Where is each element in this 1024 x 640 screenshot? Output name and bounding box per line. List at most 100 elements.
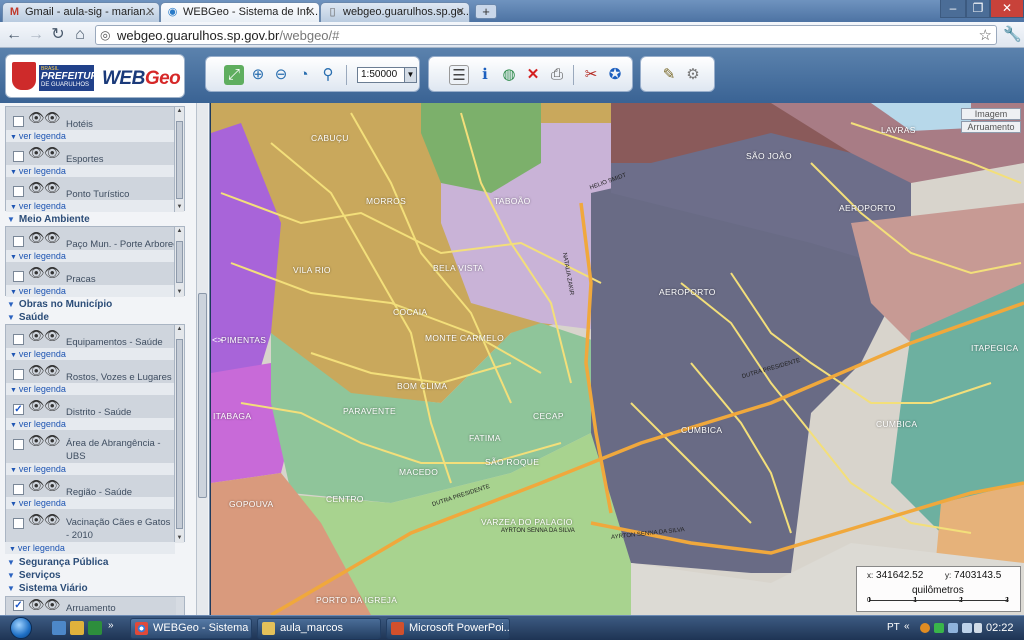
home-icon[interactable]: ⌂ bbox=[70, 25, 90, 45]
section-obras[interactable]: ▼ Obras no Município bbox=[7, 299, 112, 310]
eye-icon[interactable]: 👁 bbox=[44, 363, 61, 379]
legend-link[interactable]: ▼ ver legenda bbox=[6, 130, 176, 142]
scroll-down-icon[interactable]: ▼ bbox=[175, 203, 184, 211]
legend-link[interactable]: ▼ ver legenda bbox=[6, 285, 176, 297]
tab-close-icon[interactable]: ✕ bbox=[146, 5, 155, 18]
tab-webgeo[interactable]: ◉ WEBGeo - Sistema de Inf... ✕ bbox=[160, 2, 320, 22]
reload-icon[interactable]: ↻ bbox=[48, 25, 68, 45]
map-type-arruamento-button[interactable]: Arruamento bbox=[961, 121, 1021, 133]
group-scrollbar[interactable]: ▲ ▼ bbox=[174, 325, 184, 543]
language-indicator[interactable]: PT bbox=[887, 622, 900, 633]
new-tab-button[interactable]: + bbox=[475, 4, 497, 19]
section-sistema-viario[interactable]: ▼ Sistema Viário bbox=[7, 583, 88, 594]
zoom-next-icon[interactable]: ⚲ bbox=[318, 65, 338, 85]
zoom-in-icon[interactable]: ⊕ bbox=[248, 65, 268, 85]
scroll-down-icon[interactable]: ▼ bbox=[175, 534, 184, 542]
chevron-right-icon[interactable]: » bbox=[108, 620, 114, 631]
battery-icon[interactable] bbox=[962, 623, 972, 633]
legend-link[interactable]: ▼ ver legenda bbox=[6, 165, 176, 177]
tab-gmail[interactable]: M Gmail - aula-sig - marian... ✕ bbox=[2, 2, 160, 22]
layer-checkbox[interactable] bbox=[13, 369, 24, 380]
eye-icon[interactable]: 👁 bbox=[44, 145, 61, 161]
scroll-up-icon[interactable]: ▲ bbox=[175, 107, 184, 115]
scale-select[interactable]: 1:50000 ▼ bbox=[357, 67, 417, 83]
legend-link[interactable]: ▼ ver legenda bbox=[6, 418, 176, 430]
map-type-imagem-button[interactable]: Imagem bbox=[961, 108, 1021, 120]
eye-icon[interactable]: 👁 bbox=[44, 110, 61, 126]
layer-checkbox[interactable] bbox=[13, 186, 24, 197]
eye-icon[interactable]: 👁 bbox=[44, 180, 61, 196]
address-bar[interactable]: ◎ webgeo.guarulhos.sp.gov.br/webgeo/# ☆ bbox=[95, 25, 997, 45]
settings-icon[interactable]: ⚙ bbox=[683, 65, 703, 85]
legend-link[interactable]: ▼ ver legenda bbox=[6, 200, 176, 212]
network-icon[interactable] bbox=[948, 623, 958, 633]
clear-icon[interactable]: ✕ bbox=[523, 65, 543, 85]
eye-icon[interactable]: 👁 bbox=[28, 478, 45, 494]
legend-link[interactable]: ▼ ver legenda bbox=[5, 542, 175, 554]
zoom-previous-icon[interactable]: ◔ bbox=[294, 65, 314, 85]
volume-icon[interactable] bbox=[974, 623, 982, 633]
eye-icon[interactable]: 👁 bbox=[28, 398, 45, 414]
layer-checkbox[interactable] bbox=[13, 484, 24, 495]
zoom-out-icon[interactable]: ⊖ bbox=[271, 65, 291, 85]
eye-icon[interactable]: 👁 bbox=[28, 265, 45, 281]
security-icon[interactable] bbox=[934, 623, 944, 633]
layer-checkbox[interactable] bbox=[13, 236, 24, 247]
panel-scrollbar[interactable] bbox=[196, 103, 208, 615]
eye-icon[interactable]: 👁 bbox=[28, 110, 45, 126]
forward-arrow-icon[interactable]: → bbox=[26, 25, 46, 45]
tools-icon[interactable]: ✂ bbox=[581, 65, 601, 85]
globe-icon[interactable]: ◍ bbox=[499, 65, 519, 85]
print-icon[interactable]: ⎙ bbox=[547, 65, 567, 85]
tab-close-icon[interactable]: ✕ bbox=[306, 5, 315, 18]
scroll-up-icon[interactable]: ▲ bbox=[175, 227, 184, 235]
scroll-down-icon[interactable]: ▼ bbox=[175, 288, 184, 296]
layer-checkbox-checked[interactable]: ✓ bbox=[13, 600, 24, 611]
eye-icon[interactable]: 👁 bbox=[44, 398, 61, 414]
taskbar-item-powerpoint[interactable]: Microsoft PowerPoi... bbox=[386, 618, 510, 639]
eye-icon[interactable]: 👁 bbox=[28, 328, 45, 344]
section-meio-ambiente[interactable]: ▼ Meio Ambiente bbox=[7, 214, 90, 225]
eye-icon[interactable]: 👁 bbox=[44, 265, 61, 281]
eye-icon[interactable]: 👁 bbox=[28, 230, 45, 246]
legend-link[interactable]: ▼ ver legenda bbox=[6, 497, 176, 509]
layer-checkbox-checked[interactable]: ✓ bbox=[13, 404, 24, 415]
layer-checkbox[interactable] bbox=[13, 271, 24, 282]
tab-close-icon[interactable]: ✕ bbox=[456, 5, 465, 18]
search-globe-icon[interactable]: ✪ bbox=[605, 65, 625, 85]
layer-checkbox[interactable] bbox=[13, 151, 24, 162]
legend-link[interactable]: ▼ ver legenda bbox=[6, 463, 176, 475]
bookmark-star-icon[interactable]: ☆ bbox=[979, 26, 992, 44]
update-icon[interactable] bbox=[920, 623, 930, 633]
wrench-menu-icon[interactable]: 🔧 bbox=[1003, 25, 1022, 43]
eye-icon[interactable]: 👁 bbox=[44, 328, 61, 344]
section-servicos[interactable]: ▼ Serviços bbox=[7, 570, 61, 581]
chevron-left-icon[interactable]: « bbox=[904, 621, 910, 632]
layers-list-icon[interactable]: ☰ bbox=[449, 65, 469, 85]
section-seguranca[interactable]: ▼ Segurança Pública bbox=[7, 557, 108, 568]
explorer-icon[interactable] bbox=[70, 621, 84, 635]
eye-icon[interactable]: 👁 bbox=[44, 230, 61, 246]
scroll-up-icon[interactable]: ▲ bbox=[175, 325, 184, 333]
minimize-button[interactable]: – bbox=[940, 0, 966, 18]
zoom-extent-icon[interactable]: ⤢ bbox=[224, 65, 244, 85]
media-icon[interactable] bbox=[88, 621, 102, 635]
start-button[interactable] bbox=[6, 616, 38, 640]
eye-icon[interactable]: 👁 bbox=[28, 145, 45, 161]
legend-link[interactable]: ▼ ver legenda bbox=[6, 383, 176, 395]
eye-icon[interactable]: 👁 bbox=[28, 180, 45, 196]
taskbar-item-folder[interactable]: aula_marcos bbox=[257, 618, 381, 639]
scroll-thumb[interactable] bbox=[176, 121, 183, 199]
eye-icon[interactable]: 👁 bbox=[44, 478, 61, 494]
layer-checkbox[interactable] bbox=[13, 334, 24, 345]
maximize-button[interactable]: ❐ bbox=[966, 0, 990, 18]
pan-arrows-icon[interactable]: <> bbox=[212, 335, 223, 345]
group-scrollbar[interactable]: ▲ ▼ bbox=[174, 107, 184, 212]
taskbar-item-webgeo[interactable]: WEBGeo - Sistema d... bbox=[130, 618, 252, 639]
panel-scroll-thumb[interactable] bbox=[198, 293, 207, 498]
eye-icon[interactable]: 👁 bbox=[28, 597, 45, 613]
map-viewport[interactable]: CABUÇU MORROS TABOÃO VILA RIO BELA VISTA… bbox=[211, 103, 1024, 615]
back-arrow-icon[interactable]: ← bbox=[4, 25, 24, 45]
eye-icon[interactable]: 👁 bbox=[28, 363, 45, 379]
scroll-thumb[interactable] bbox=[176, 339, 183, 529]
